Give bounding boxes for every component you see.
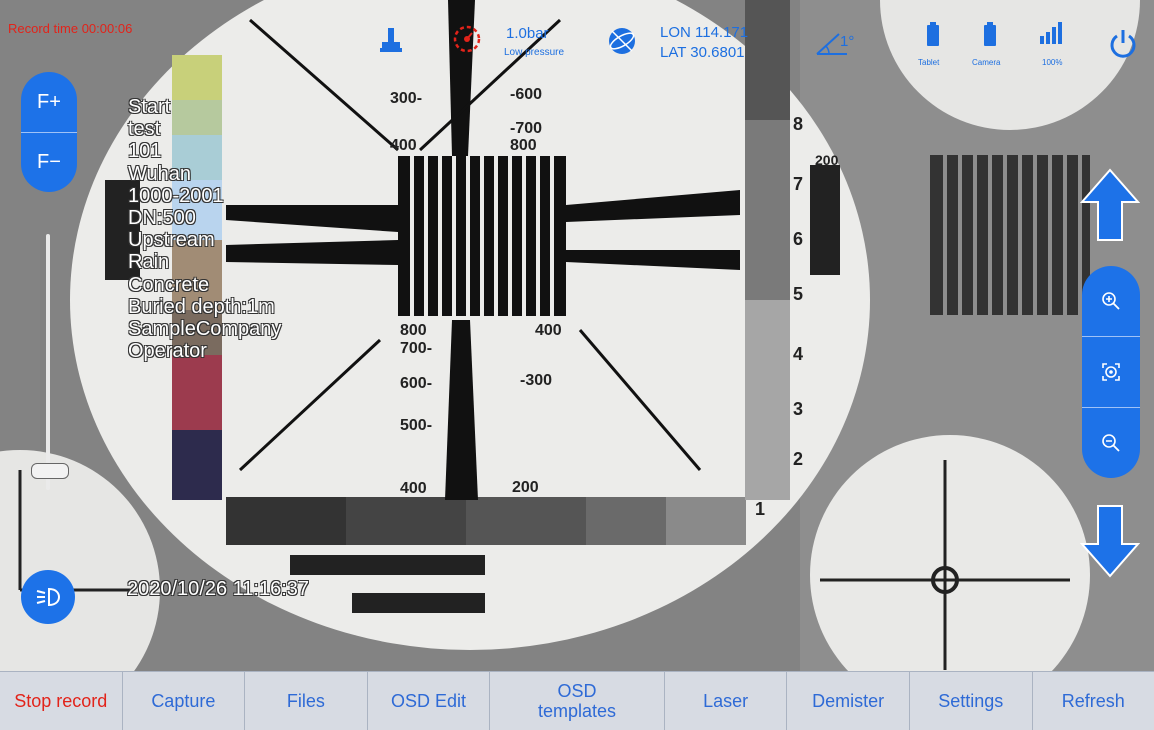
power-icon[interactable]: [1108, 28, 1138, 60]
tilt-up-arrow-icon[interactable]: [1080, 168, 1140, 242]
focus-slider[interactable]: [46, 234, 50, 490]
pressure-value: 1.0bar: [506, 25, 549, 42]
svg-text:2: 2: [793, 449, 803, 469]
svg-text:5: 5: [793, 284, 803, 304]
headlight-icon: [35, 586, 61, 608]
pressure-valve-icon: [380, 28, 402, 54]
svg-text:400: 400: [390, 137, 417, 154]
osd-line: Buried depth:1m: [128, 296, 281, 318]
svg-text:600-: 600-: [400, 375, 432, 392]
pressure-label: Low pressure: [504, 47, 564, 58]
osd-line: Start: [128, 96, 281, 118]
signal-label: 100%: [1042, 58, 1062, 67]
zoom-control-group: [1082, 266, 1140, 478]
zoom-in-button[interactable]: [1082, 266, 1140, 337]
svg-text:4: 4: [793, 344, 803, 364]
latitude: LAT 30.6801: [660, 44, 745, 61]
camera-label: Camera: [972, 58, 1000, 67]
focus-target-button[interactable]: [1082, 337, 1140, 408]
tilt-down-arrow-icon[interactable]: [1080, 504, 1140, 578]
tab-stop-record[interactable]: Stop record: [0, 672, 123, 730]
svg-text:7: 7: [793, 174, 803, 194]
osd-overlay-text: Starttest101Wuhan1000-2001DN:500Upstream…: [128, 96, 281, 362]
tab-files[interactable]: Files: [245, 672, 368, 730]
gauge-icon: [452, 24, 482, 54]
svg-text:500-: 500-: [400, 417, 432, 434]
osd-line: SampleCompany: [128, 318, 281, 340]
osd-line: 1000-2001: [128, 185, 281, 207]
tablet-battery-icon: [927, 22, 939, 46]
svg-text:6: 6: [793, 229, 803, 249]
camera-view: 8 7 6 5 4 3 2 1 -600 -700 800 300- 400 8…: [0, 0, 1154, 729]
tilt-value: 1°: [840, 33, 854, 50]
svg-text:300-: 300-: [390, 90, 422, 107]
light-button[interactable]: [21, 570, 75, 624]
osd-timestamp: 2020/10/26 11:16:37: [127, 578, 309, 601]
tab-osd-edit[interactable]: OSD Edit: [368, 672, 491, 730]
svg-text:-700: -700: [510, 120, 542, 137]
tab-laser[interactable]: Laser: [665, 672, 788, 730]
osd-line: 101: [128, 140, 281, 162]
svg-text:400: 400: [400, 480, 427, 497]
osd-line: test: [128, 118, 281, 140]
gps-globe-icon: [607, 26, 637, 56]
osd-line: Rain: [128, 251, 281, 273]
focus-slider-thumb[interactable]: [31, 463, 69, 479]
osd-line: Upstream: [128, 229, 281, 251]
signal-strength-icon: [1040, 22, 1062, 44]
osd-line: Operator: [128, 340, 281, 362]
tab-settings[interactable]: Settings: [910, 672, 1033, 730]
camera-battery-icon: [984, 22, 996, 46]
svg-text:1: 1: [755, 499, 765, 519]
longitude: LON 114.171: [660, 24, 748, 41]
focus-control-group: F+ F−: [21, 72, 77, 192]
svg-text:-600: -600: [510, 86, 542, 103]
osd-line: Concrete: [128, 274, 281, 296]
tablet-label: Tablet: [918, 58, 939, 67]
svg-text:3: 3: [793, 399, 803, 419]
tab-osd-templates[interactable]: OSD templates: [490, 672, 665, 730]
osd-line: Wuhan: [128, 163, 281, 185]
focus-target-icon: [1101, 362, 1121, 382]
focus-minus-button[interactable]: F−: [21, 132, 77, 192]
svg-text:200: 200: [512, 479, 539, 496]
zoom-in-icon: [1101, 291, 1121, 311]
svg-text:800: 800: [510, 137, 537, 154]
svg-text:-300: -300: [520, 372, 552, 389]
tab-demister[interactable]: Demister: [787, 672, 910, 730]
tab-capture[interactable]: Capture: [123, 672, 246, 730]
svg-text:8: 8: [793, 114, 803, 134]
focus-plus-button[interactable]: F+: [21, 72, 77, 133]
svg-text:200: 200: [815, 152, 839, 168]
zoom-out-button[interactable]: [1082, 408, 1140, 478]
tab-refresh[interactable]: Refresh: [1033, 672, 1154, 730]
zoom-out-icon: [1101, 433, 1121, 453]
bottom-toolbar: Stop recordCaptureFilesOSD EditOSD templ…: [0, 671, 1154, 730]
svg-text:400: 400: [535, 322, 562, 339]
svg-text:800: 800: [400, 322, 427, 339]
status-bar: 1.0bar Low pressure LON 114.171 LAT 30.6…: [0, 0, 1154, 80]
osd-line: DN:500: [128, 207, 281, 229]
svg-text:700-: 700-: [400, 340, 432, 357]
